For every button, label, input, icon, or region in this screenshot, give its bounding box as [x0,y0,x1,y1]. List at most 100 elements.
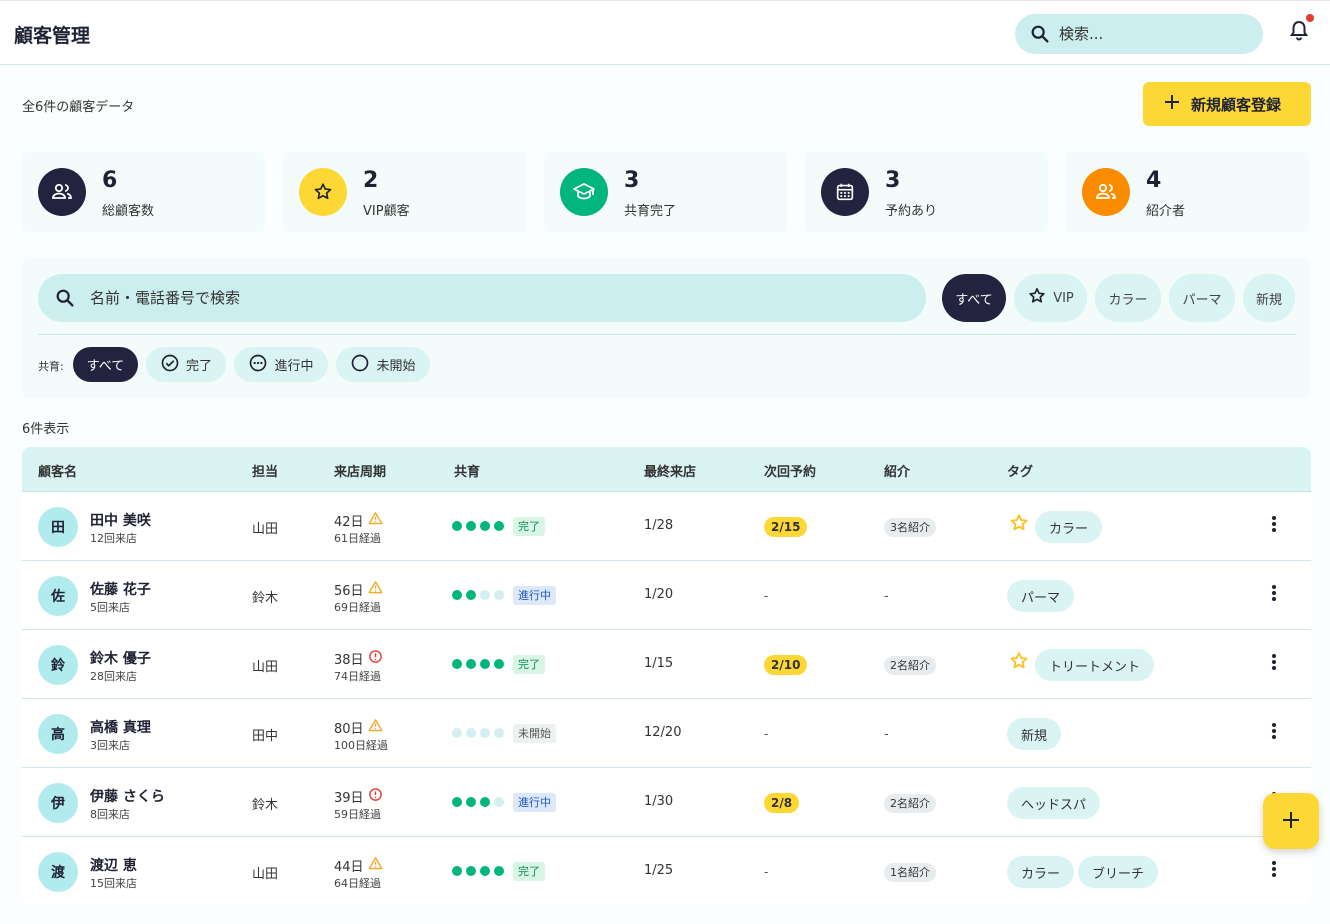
more-circle-icon [248,353,268,377]
staff-name: 田中 [252,729,279,744]
tag-chip[interactable]: ブリーチ [1078,856,1159,888]
progress-dot [452,521,462,531]
column-header[interactable]: 最終来店 [644,461,696,480]
kyoiku-status-badge: 進行中 [513,793,556,812]
table-row[interactable]: 佐佐藤 花子 5回来店 鈴木 56日 69日経過 進行中 1/20 - - パーマ [22,561,1311,630]
more-vert-icon[interactable] [1264,652,1284,672]
chip-label: すべて [955,292,993,308]
stat-label: 紹介者 [1146,204,1186,219]
customer-table: 顧客名 担当 来店周期 共育 最終来店 次回予約 紹介 タグ 田田中 美咲 12回… [22,447,1311,905]
kyoiku-chip-complete[interactable]: 完了 [146,347,226,382]
notification-badge [1306,14,1314,22]
customer-name[interactable]: 伊藤 さくら [90,786,165,806]
stat-value: 3 [885,168,901,193]
table-header: 顧客名 担当 来店周期 共育 最終来店 次回予約 紹介 タグ [22,447,1311,492]
customer-search-input[interactable] [90,286,890,310]
cycle-days: 44日 [334,860,364,875]
check-circle-icon [160,353,180,377]
customer-name[interactable]: 鈴木 優子 [90,648,151,668]
vip-star-icon [1007,650,1031,672]
column-header[interactable]: 来店周期 [334,461,386,480]
tag-chip[interactable]: パーマ [1007,580,1075,612]
filter-chip-all[interactable]: すべて [942,274,1006,322]
page-title: 顧客管理 [14,25,91,47]
chip-label: 新規 [1255,292,1282,308]
days-elapsed: 100日経過 [334,739,388,752]
days-elapsed: 74日経過 [334,670,381,683]
global-search-input[interactable] [1059,22,1249,46]
result-count: 6件表示 [22,422,70,437]
add-customer-button[interactable]: 新規顧客登録 [1143,82,1311,126]
column-header[interactable]: 共育 [454,461,480,480]
stat-value: 2 [363,168,379,193]
customer-name[interactable]: 佐藤 花子 [90,579,151,599]
staff-name: 鈴木 [252,591,279,606]
plus-icon [1281,810,1301,833]
filter-chip-color[interactable]: カラー [1095,274,1161,322]
table-row[interactable]: 田田中 美咲 12回来店 山田 42日 61日経過 完了 1/28 2/15 3名紹介 カラー [22,492,1311,561]
kyoiku-chip-all[interactable]: すべて [73,347,138,382]
filter-chip-vip[interactable]: VIP [1014,274,1087,322]
chip-label: 進行中 [274,359,314,374]
kyoiku-status-badge: 完了 [513,517,545,536]
referral-badge: 1名紹介 [884,863,936,882]
cycle-days: 80日 [334,722,364,737]
staff-name: 山田 [252,867,279,882]
kyoiku-chip-not-started[interactable]: 未開始 [336,347,430,382]
more-vert-icon[interactable] [1264,583,1284,603]
customer-name[interactable]: 田中 美咲 [90,510,151,530]
kyoiku-status-badge: 完了 [513,655,545,674]
column-header[interactable]: タグ [1007,461,1033,480]
table-row[interactable]: 伊伊藤 さくら 8回来店 鈴木 39日 59日経過 進行中 1/30 2/8 2名紹介 ヘッドスパ [22,768,1311,837]
customer-search[interactable] [38,274,926,322]
visit-count: 8回来店 [90,808,130,821]
table-row[interactable]: 鈴鈴木 優子 28回来店 山田 38日 74日経過 完了 1/15 2/10 2名紹介 トリートメ… [22,630,1311,699]
vip-star-icon [1007,512,1031,534]
progress-dot [466,521,476,531]
star-icon [1027,286,1047,310]
tag-chip[interactable]: 新規 [1007,718,1062,750]
progress-dot [494,521,504,531]
tag-chip[interactable]: カラー [1035,511,1103,543]
table-row[interactable]: 渡渡辺 恵 15回来店 山田 44日 64日経過 完了 1/25 - 1名紹介 カラー ブリーチ [22,837,1311,905]
table-row[interactable]: 高高橋 真理 3回来店 田中 80日 100日経過 未開始 12/20 - - 新規 [22,699,1311,768]
kyoiku-progress [452,728,504,738]
stat-value: 3 [624,168,640,193]
progress-dot [452,866,462,876]
customer-name[interactable]: 渡辺 恵 [90,855,137,875]
warning-icon [368,856,383,875]
global-search[interactable] [1015,14,1263,54]
avatar: 佐 [38,576,78,616]
kyoiku-chip-in-progress[interactable]: 進行中 [234,347,328,382]
column-header[interactable]: 担当 [252,461,278,480]
progress-dot [494,659,504,669]
last-visit: 1/28 [644,518,674,533]
tag-chip[interactable]: カラー [1007,856,1075,888]
tag-list: パーマ [1007,580,1075,612]
more-vert-icon[interactable] [1264,721,1284,741]
filter-chip-new[interactable]: 新規 [1243,274,1295,322]
more-vert-icon[interactable] [1264,514,1284,534]
tag-chip[interactable]: ヘッドスパ [1007,787,1101,819]
filter-chip-perm[interactable]: パーマ [1169,274,1235,322]
visit-cycle: 38日 [334,649,383,668]
chip-label: 完了 [185,359,212,374]
next-reservation: 2/8 [764,793,800,813]
customer-name[interactable]: 高橋 真理 [90,717,151,737]
notification-bell-icon[interactable] [1287,19,1311,43]
more-vert-icon[interactable] [1264,859,1284,879]
stat-label: 共育完了 [624,204,677,219]
referral-badge: 3名紹介 [884,518,936,537]
column-header[interactable]: 次回予約 [764,461,816,480]
days-elapsed: 64日経過 [334,877,381,890]
tag-chip[interactable]: トリートメント [1035,649,1155,681]
staff-name: 鈴木 [252,798,279,813]
column-header[interactable]: 顧客名 [38,461,77,480]
plus-icon [1163,93,1181,115]
progress-dot [494,728,504,738]
column-header[interactable]: 紹介 [884,461,910,480]
floating-add-button[interactable] [1263,793,1319,849]
kyoiku-status-badge: 未開始 [513,724,556,743]
error-icon [368,649,383,668]
error-icon [368,787,383,806]
